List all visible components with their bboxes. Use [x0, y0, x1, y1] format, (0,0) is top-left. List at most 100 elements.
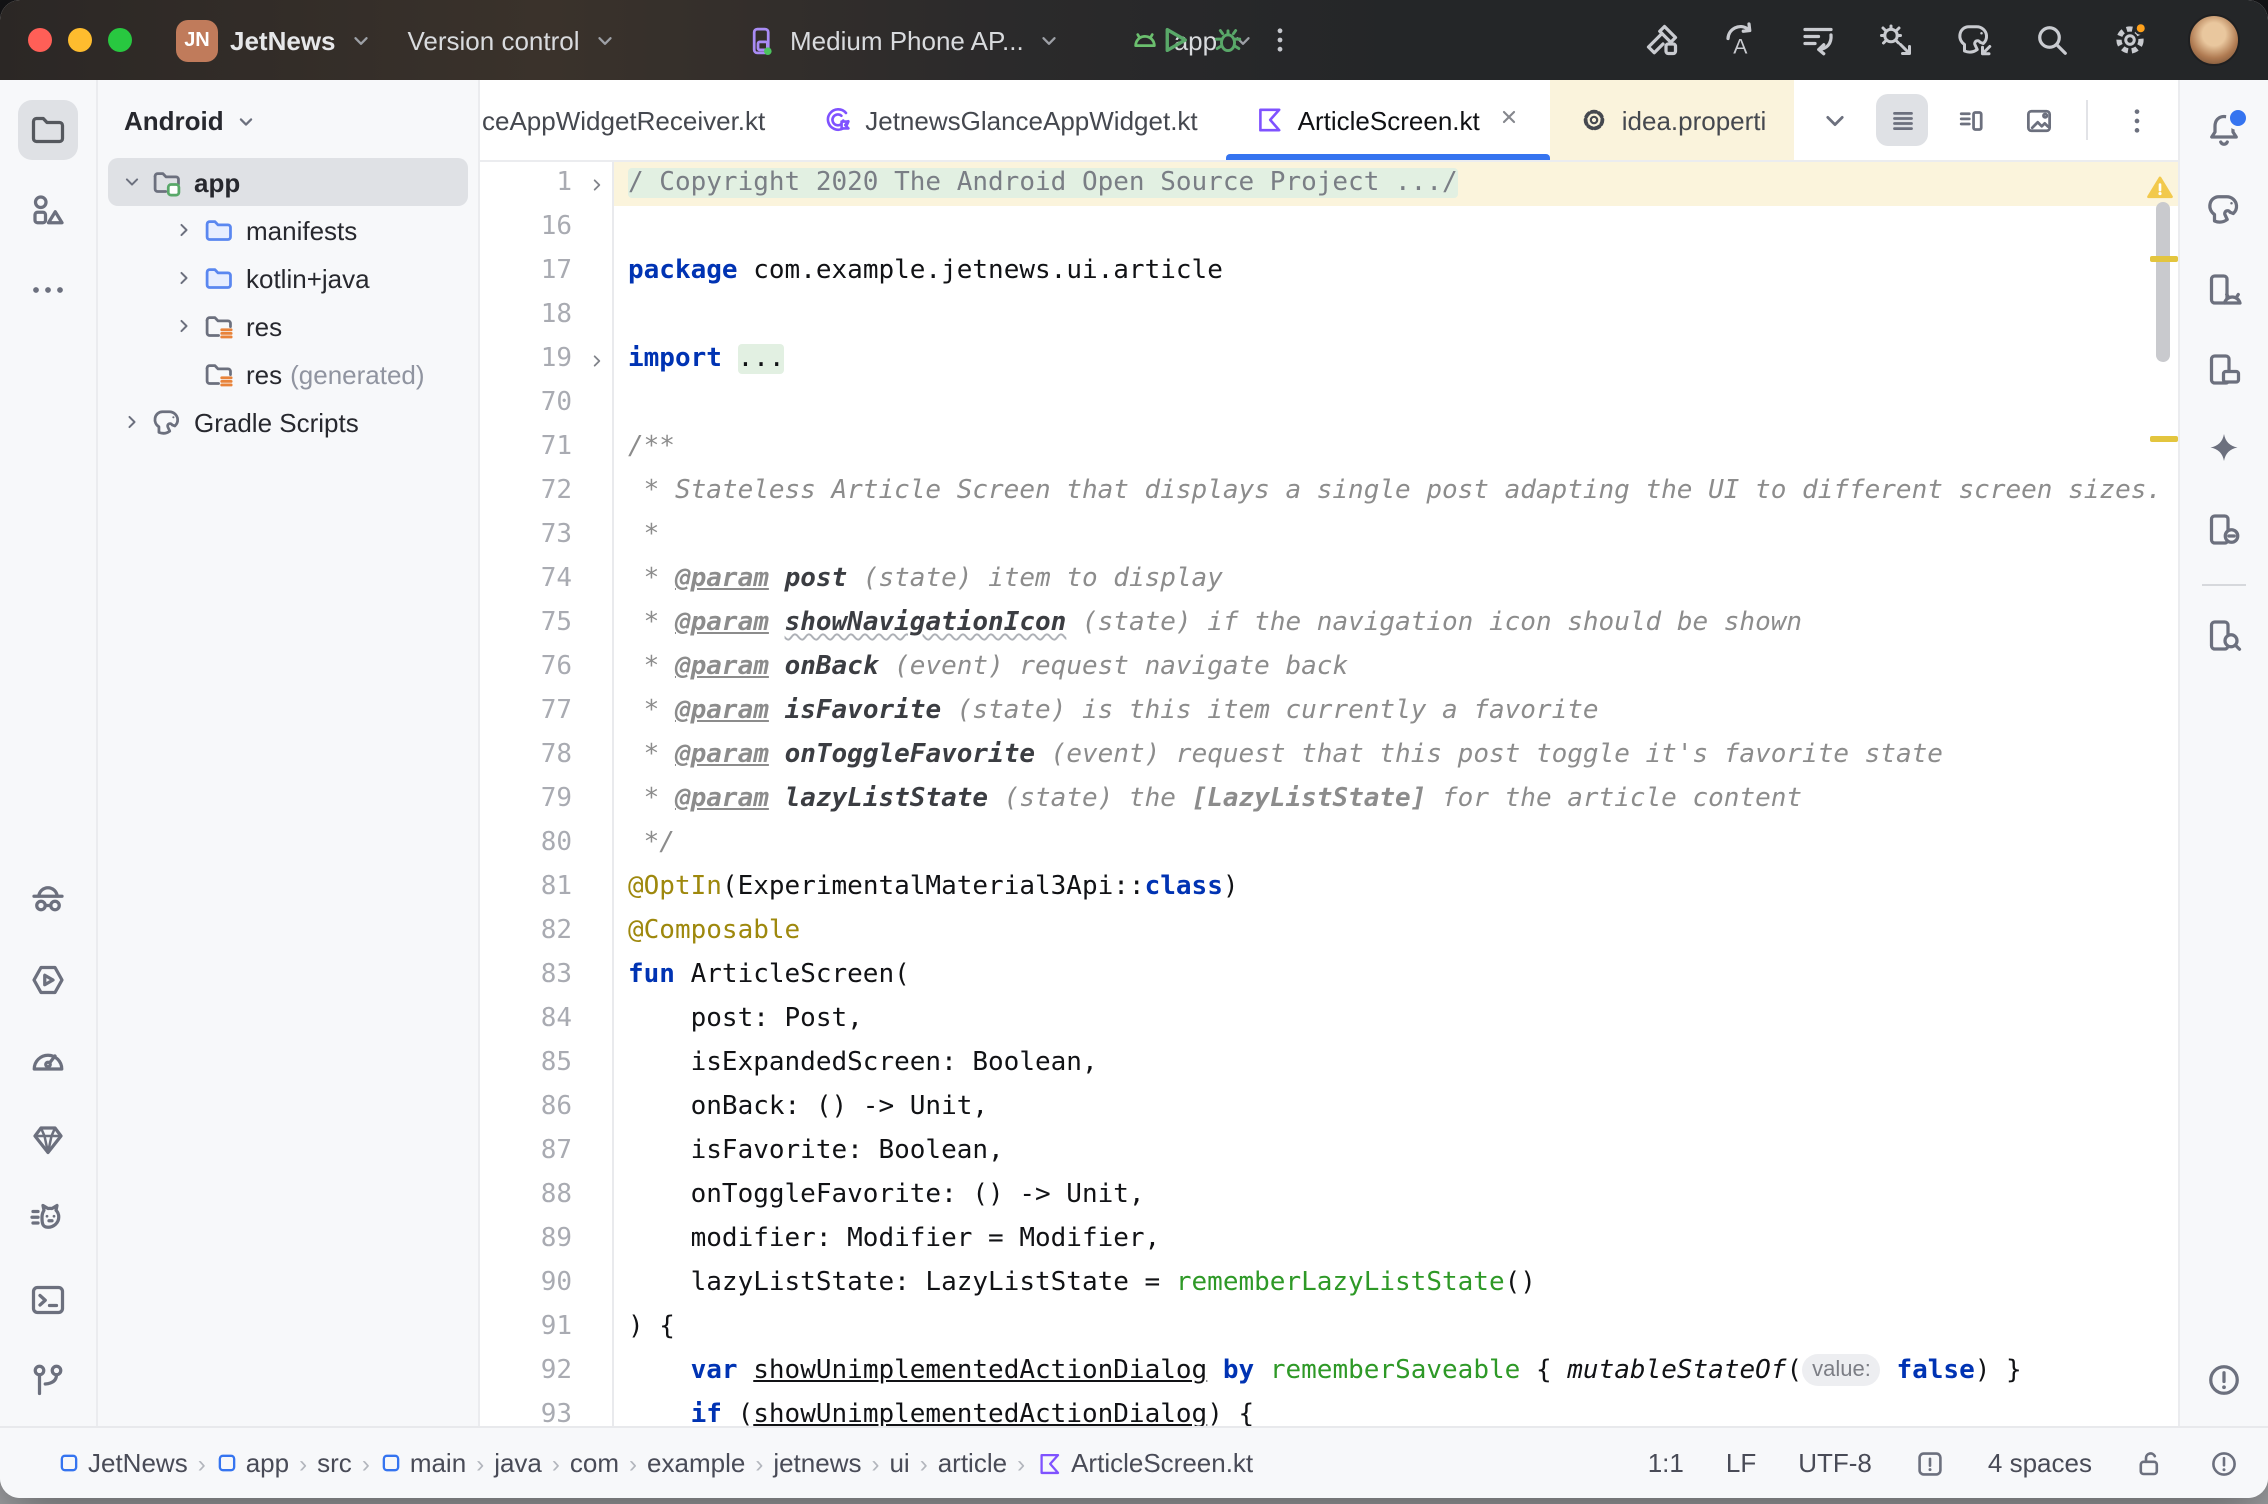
resource-manager-icon: [28, 190, 68, 230]
editor-options-menu[interactable]: [2110, 94, 2162, 146]
breadcrumb-item-main[interactable]: main: [380, 1448, 466, 1478]
git-branch-icon: [28, 1360, 68, 1400]
file-writable-toggle[interactable]: [2134, 1447, 2166, 1479]
tool-device-manager[interactable]: [2194, 260, 2254, 320]
tree-item-app[interactable]: app: [108, 158, 468, 206]
warning-stripe-mark[interactable]: [2150, 436, 2178, 442]
running-devices-icon: [2204, 350, 2244, 390]
run-button[interactable]: [1156, 22, 1192, 58]
breadcrumb-item-java[interactable]: java: [494, 1448, 542, 1478]
tool-problems[interactable]: [2194, 1350, 2254, 1410]
breadcrumb-item-example[interactable]: example: [647, 1448, 745, 1478]
line-number: 72: [480, 470, 582, 514]
chevron-right-icon[interactable]: [120, 410, 144, 434]
fold-marker-icon[interactable]: [586, 349, 608, 371]
breadcrumb-item-ui[interactable]: ui: [889, 1448, 909, 1478]
editor-tab-jetnewsglanceappwidget-kt[interactable]: JetnewsGlanceAppWidget.kt: [793, 80, 1225, 160]
hidden-tabs-dropdown[interactable]: [1808, 94, 1860, 146]
notifications[interactable]: [2194, 100, 2254, 160]
search-everywhere-icon[interactable]: [2032, 20, 2072, 60]
tree-item-res[interactable]: res: [108, 302, 468, 350]
caret-position[interactable]: 1:1: [1648, 1448, 1684, 1478]
project-view-selector[interactable]: Android: [98, 80, 478, 154]
tool-app-quality-insights[interactable]: [18, 870, 78, 930]
code-view-toggle[interactable]: [1876, 94, 1928, 146]
debug-button[interactable]: [1210, 22, 1246, 58]
inspections-widget[interactable]: [1914, 1447, 1946, 1479]
design-view-toggle[interactable]: [2012, 94, 2064, 146]
attach-debugger-icon[interactable]: [1876, 20, 1916, 60]
tree-item-gradle-scripts[interactable]: Gradle Scripts: [108, 398, 468, 446]
tool-version-control[interactable]: [18, 1350, 78, 1410]
module-icon: [216, 1452, 238, 1474]
gear-small-icon: [1578, 104, 1610, 136]
user-avatar[interactable]: [2188, 14, 2240, 66]
tab-label: ArticleScreen.kt: [1298, 105, 1480, 135]
zoom-window-button[interactable]: [108, 28, 132, 52]
profiler-tasks-icon[interactable]: [1798, 20, 1838, 60]
tool-terminal[interactable]: [18, 1270, 78, 1330]
code-line: 80 */: [480, 822, 2178, 866]
chevron-down-icon: [592, 27, 618, 53]
virtual-device-icon: [744, 23, 778, 57]
tool-device-explorer[interactable]: [2194, 606, 2254, 666]
editor-tab-articlescreen-kt[interactable]: ArticleScreen.kt: [1226, 80, 1550, 160]
breadcrumb-item-jetnews[interactable]: JetNews: [58, 1448, 188, 1478]
code-editor[interactable]: 1/ Copyright 2020 The Android Open Sourc…: [480, 162, 2178, 1426]
chevron-down-icon: [348, 27, 374, 53]
warning-stripe-mark[interactable]: [2150, 256, 2178, 262]
line-separator[interactable]: LF: [1726, 1448, 1756, 1478]
lock-open-icon: [2134, 1447, 2166, 1479]
chevron-right-icon[interactable]: [172, 218, 196, 242]
tree-item-kotlin-java[interactable]: kotlin+java: [108, 254, 468, 302]
tool-services[interactable]: [18, 950, 78, 1010]
breadcrumb-separator: ›: [627, 1449, 639, 1477]
chevron-right-icon[interactable]: [172, 266, 196, 290]
breadcrumb: JetNews›app›src›main›java›com›example›je…: [58, 1448, 1253, 1478]
breadcrumb-item-src[interactable]: src: [317, 1448, 352, 1478]
tree-item-manifests[interactable]: manifests: [108, 206, 468, 254]
settings-gear-icon[interactable]: [2110, 20, 2150, 60]
split-view-toggle[interactable]: [1944, 94, 1996, 146]
minimize-window-button[interactable]: [68, 28, 92, 52]
tool-app-inspection[interactable]: [18, 1110, 78, 1170]
breadcrumb-item-app[interactable]: app: [216, 1448, 289, 1478]
tree-item-res[interactable]: res(generated): [108, 350, 468, 398]
breadcrumb-item-jetnews[interactable]: jetnews: [773, 1448, 861, 1478]
file-encoding[interactable]: UTF-8: [1798, 1448, 1872, 1478]
build-hammer-icon[interactable]: [1642, 20, 1682, 60]
editor-tab-ceappwidgetreceiver-kt[interactable]: ceAppWidgetReceiver.kt: [480, 80, 793, 160]
breadcrumb-item-article[interactable]: article: [938, 1448, 1007, 1478]
tool-resource-manager[interactable]: [18, 180, 78, 240]
chevron-down-icon[interactable]: [120, 170, 144, 194]
close-window-button[interactable]: [28, 28, 52, 52]
project-widget[interactable]: JN JetNews: [176, 19, 374, 61]
indent-style[interactable]: 4 spaces: [1988, 1448, 2092, 1478]
close-tab-icon: [1496, 104, 1522, 130]
breadcrumb-item-articlescreen-kt[interactable]: ArticleScreen.kt: [1035, 1448, 1253, 1478]
code-line: 81@OptIn(ExperimentalMaterial3Api::class…: [480, 866, 2178, 910]
error-highlighting[interactable]: [2208, 1447, 2240, 1479]
scrollbar-thumb[interactable]: [2156, 202, 2170, 362]
breadcrumb-item-com[interactable]: com: [570, 1448, 619, 1478]
tool-gradle[interactable]: [2194, 180, 2254, 240]
vcs-widget[interactable]: Version control: [408, 25, 618, 55]
line-number: 18: [480, 294, 582, 338]
kebab-menu-icon[interactable]: [1264, 24, 1296, 56]
warning-triangle-icon[interactable]: [2146, 174, 2174, 202]
device-selector[interactable]: Medium Phone AP...: [744, 23, 1062, 57]
tool-gemini[interactable]: [2194, 420, 2254, 480]
tool-more[interactable]: [18, 260, 78, 320]
tool-running-devices[interactable]: [2194, 340, 2254, 400]
code-line: 72 * Stateless Article Screen that displ…: [480, 470, 2178, 514]
editor-tab-idea-properti[interactable]: idea.properti: [1550, 80, 1795, 160]
fold-marker-icon[interactable]: [586, 173, 608, 195]
gradle-sync-icon[interactable]: [1954, 20, 1994, 60]
sync-changes-icon[interactable]: A: [1720, 20, 1760, 60]
tool-project[interactable]: [18, 100, 78, 160]
tool-device-mirroring[interactable]: [2194, 500, 2254, 560]
tool-logcat[interactable]: [18, 1190, 78, 1250]
chevron-right-icon[interactable]: [172, 314, 196, 338]
code-line: 84 post: Post,: [480, 998, 2178, 1042]
tool-profiler[interactable]: [18, 1030, 78, 1090]
